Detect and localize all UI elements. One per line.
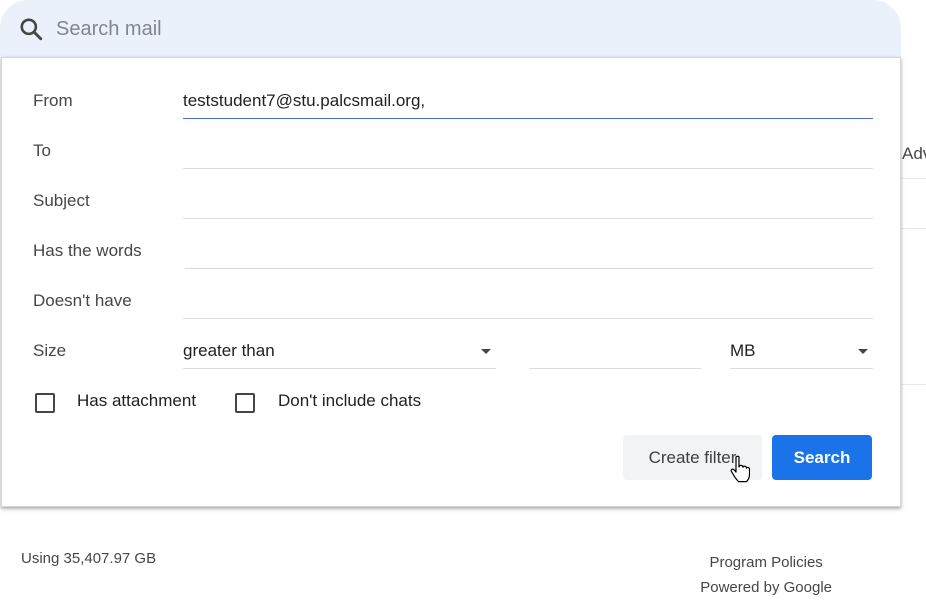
size-comparator-value: greater than [183, 341, 275, 360]
advanced-search-dialog: From To Subject Has the words Doesn't ha… [1, 57, 901, 507]
size-row: Size greater than MB [33, 335, 873, 369]
from-input[interactable] [183, 91, 873, 111]
powered-by-google: Powered by Google [700, 579, 832, 596]
subject-row: Subject [33, 185, 873, 219]
program-policies-link[interactable]: Program Policies [700, 550, 832, 575]
bg-divider-low [902, 384, 926, 385]
chevron-down-icon [481, 349, 491, 354]
dont-include-chats-checkbox[interactable] [235, 393, 255, 413]
has-words-label: Has the words [33, 241, 142, 260]
bg-divider-mid [902, 228, 926, 229]
storage-usage: Using 35,407.97 GB [21, 550, 157, 567]
size-unit-select[interactable]: MB [730, 335, 873, 369]
to-field-wrapper [183, 135, 873, 169]
subject-label: Subject [33, 191, 90, 210]
footer-links: Program Policies Powered by Google [700, 550, 832, 600]
doesnt-have-input[interactable] [183, 291, 873, 311]
has-attachment-checkbox[interactable] [35, 393, 55, 413]
advanced-link[interactable]: Adv [902, 144, 926, 164]
search-input[interactable] [56, 15, 836, 43]
size-value-input[interactable] [529, 335, 701, 369]
has-words-row: Has the words [33, 235, 873, 269]
create-filter-button[interactable]: Create filter [623, 435, 762, 480]
search-bar [0, 0, 901, 57]
has-attachment-label: Has attachment [77, 391, 197, 410]
chevron-down-icon [858, 349, 868, 354]
to-input[interactable] [183, 141, 873, 161]
from-row: From [33, 85, 873, 119]
to-row: To [33, 135, 873, 169]
subject-field-wrapper [183, 185, 873, 219]
size-comparator-select[interactable]: greater than [183, 335, 496, 369]
size-label: Size [33, 341, 67, 360]
doesnt-have-label: Doesn't have [33, 291, 132, 310]
bg-divider-top [902, 178, 926, 179]
to-label: To [33, 141, 51, 160]
search-icon[interactable] [18, 16, 44, 42]
size-unit-value: MB [730, 341, 756, 360]
from-field-wrapper [183, 85, 873, 119]
doesnt-have-row: Doesn't have [33, 285, 873, 319]
doesnt-have-field-wrapper [183, 285, 873, 319]
subject-input[interactable] [183, 191, 873, 211]
has-words-input[interactable] [185, 241, 873, 261]
from-label: From [33, 91, 73, 110]
dont-include-chats-label: Don't include chats [278, 391, 422, 410]
has-words-field-wrapper [185, 235, 873, 269]
search-button[interactable]: Search [772, 435, 872, 480]
